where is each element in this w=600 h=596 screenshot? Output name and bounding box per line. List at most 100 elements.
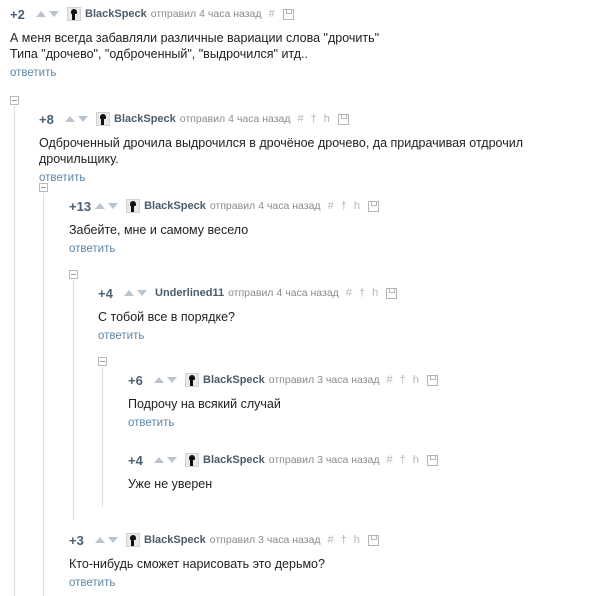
branch-icon[interactable]: h — [413, 374, 419, 386]
save-icon[interactable] — [367, 534, 379, 546]
comment-author[interactable]: BlackSpeck — [144, 200, 206, 212]
comment-text-line: С тобой все в порядке? — [98, 310, 235, 324]
avatar[interactable] — [67, 7, 81, 21]
comment-rating: +3 — [69, 532, 84, 548]
vote-up-icon[interactable] — [154, 457, 164, 463]
comment-time[interactable]: 4 часа назад — [258, 200, 320, 212]
permalink-icon[interactable]: # — [346, 287, 352, 299]
comment-text: Уже не уверен — [128, 476, 438, 492]
vote-controls — [95, 203, 120, 209]
vote-controls — [124, 290, 149, 296]
comment-text: Забейте, мне и самому весело — [69, 222, 379, 238]
permalink-icon[interactable]: # — [328, 200, 334, 212]
save-icon[interactable] — [367, 200, 379, 212]
comment-text-line: Типа "дрочево", "одброченный", "выдрочил… — [10, 47, 308, 61]
comment-author[interactable]: BlackSpeck — [203, 374, 265, 386]
comment-text-line: Уже не уверен — [128, 477, 213, 491]
vote-controls — [95, 537, 120, 543]
vote-up-icon[interactable] — [154, 377, 164, 383]
reply-link[interactable]: ответить — [69, 577, 115, 589]
permalink-icon[interactable]: # — [269, 8, 275, 20]
comment-header: +8 BlackSpeck отправил 4 часа назад # † … — [39, 110, 600, 128]
comment-author[interactable]: Underlined11 — [155, 287, 224, 299]
branch-icon[interactable]: h — [324, 113, 330, 125]
avatar[interactable] — [185, 373, 199, 387]
comment-text: С тобой все в порядке? — [98, 309, 397, 325]
comment-meta-prefix: отправил — [179, 113, 226, 125]
comment-text-line: Подрочу на всякий случай — [128, 397, 281, 411]
vote-down-icon[interactable] — [167, 457, 177, 463]
reply-link[interactable]: ответить — [128, 417, 174, 429]
parent-icon[interactable]: † — [400, 454, 406, 466]
save-icon[interactable] — [282, 8, 294, 20]
vote-down-icon[interactable] — [49, 11, 59, 17]
comment-rating: +6 — [128, 372, 143, 388]
comment-text-line: Забейте, мне и самому весело — [69, 223, 249, 237]
comment-author[interactable]: BlackSpeck — [85, 8, 147, 20]
comment-time[interactable]: 3 часа назад — [317, 374, 379, 386]
save-icon[interactable] — [426, 374, 438, 386]
comment-author[interactable]: BlackSpeck — [203, 454, 265, 466]
comment-time[interactable]: 3 часа назад — [317, 454, 379, 466]
avatar[interactable] — [185, 453, 199, 467]
vote-down-icon[interactable] — [78, 116, 88, 122]
collapse-toggle-thread-3[interactable] — [69, 270, 78, 279]
vote-up-icon[interactable] — [95, 537, 105, 543]
comment-meta-prefix: отправил — [209, 534, 256, 546]
reply-link[interactable]: ответить — [69, 243, 115, 255]
permalink-icon[interactable]: # — [387, 374, 393, 386]
save-icon[interactable] — [426, 454, 438, 466]
reply-link[interactable]: ответить — [98, 330, 144, 342]
thread-line — [43, 193, 44, 596]
collapse-toggle-thread-4[interactable] — [98, 357, 107, 366]
comment-text: А меня всегда забавляли различные вариац… — [10, 30, 379, 62]
comment-author[interactable]: BlackSpeck — [114, 113, 176, 125]
branch-icon[interactable]: h — [413, 454, 419, 466]
permalink-icon[interactable]: # — [328, 534, 334, 546]
avatar[interactable] — [126, 533, 140, 547]
save-icon[interactable] — [386, 287, 398, 299]
comment-rating: +8 — [39, 111, 54, 127]
vote-down-icon[interactable] — [137, 290, 147, 296]
comment-author[interactable]: BlackSpeck — [144, 534, 206, 546]
vote-controls — [154, 457, 179, 463]
comment-rating: +4 — [128, 452, 143, 468]
vote-controls — [65, 116, 90, 122]
collapse-toggle-thread-1[interactable] — [10, 96, 19, 105]
avatar[interactable] — [96, 112, 110, 126]
comment-rating: +2 — [10, 6, 25, 22]
comment-text: Кто-нибудь сможет нарисовать это дерьмо? — [69, 556, 379, 572]
permalink-icon[interactable]: # — [298, 113, 304, 125]
parent-icon[interactable]: † — [359, 287, 365, 299]
comment-time[interactable]: 3 часа назад — [258, 534, 320, 546]
comment-meta-prefix: отправил — [268, 454, 315, 466]
comment-header: +13 BlackSpeck отправил 4 часа назад # †… — [69, 197, 379, 215]
save-icon[interactable] — [337, 113, 349, 125]
parent-icon[interactable]: † — [341, 534, 347, 546]
permalink-icon[interactable]: # — [387, 454, 393, 466]
branch-icon[interactable]: h — [354, 534, 360, 546]
vote-down-icon[interactable] — [108, 537, 118, 543]
avatar[interactable] — [126, 199, 141, 213]
comment-time[interactable]: 4 часа назад — [199, 8, 261, 20]
vote-down-icon[interactable] — [108, 203, 119, 209]
comment-time[interactable]: 4 часа назад — [276, 287, 338, 299]
thread-line — [102, 367, 103, 507]
parent-icon[interactable]: † — [311, 113, 317, 125]
parent-icon[interactable]: † — [400, 374, 406, 386]
reply-link[interactable]: ответить — [39, 172, 85, 184]
branch-icon[interactable]: h — [354, 200, 360, 212]
reply-link[interactable]: ответить — [10, 67, 56, 79]
branch-icon[interactable]: h — [372, 287, 378, 299]
vote-down-icon[interactable] — [167, 377, 177, 383]
comment-header: +2 BlackSpeck отправил 4 часа назад # — [10, 5, 379, 23]
vote-up-icon[interactable] — [36, 11, 46, 17]
comment-time[interactable]: 4 часа назад — [228, 113, 290, 125]
parent-icon[interactable]: † — [341, 200, 347, 212]
vote-up-icon[interactable] — [124, 290, 134, 296]
vote-up-icon[interactable] — [65, 116, 75, 122]
comment-meta-prefix: отправил — [150, 8, 197, 20]
vote-up-icon[interactable] — [95, 203, 106, 209]
comment: +8 BlackSpeck отправил 4 часа назад # † … — [39, 110, 600, 186]
comment: +3 BlackSpeck отправил 3 часа назад # † … — [69, 531, 379, 591]
